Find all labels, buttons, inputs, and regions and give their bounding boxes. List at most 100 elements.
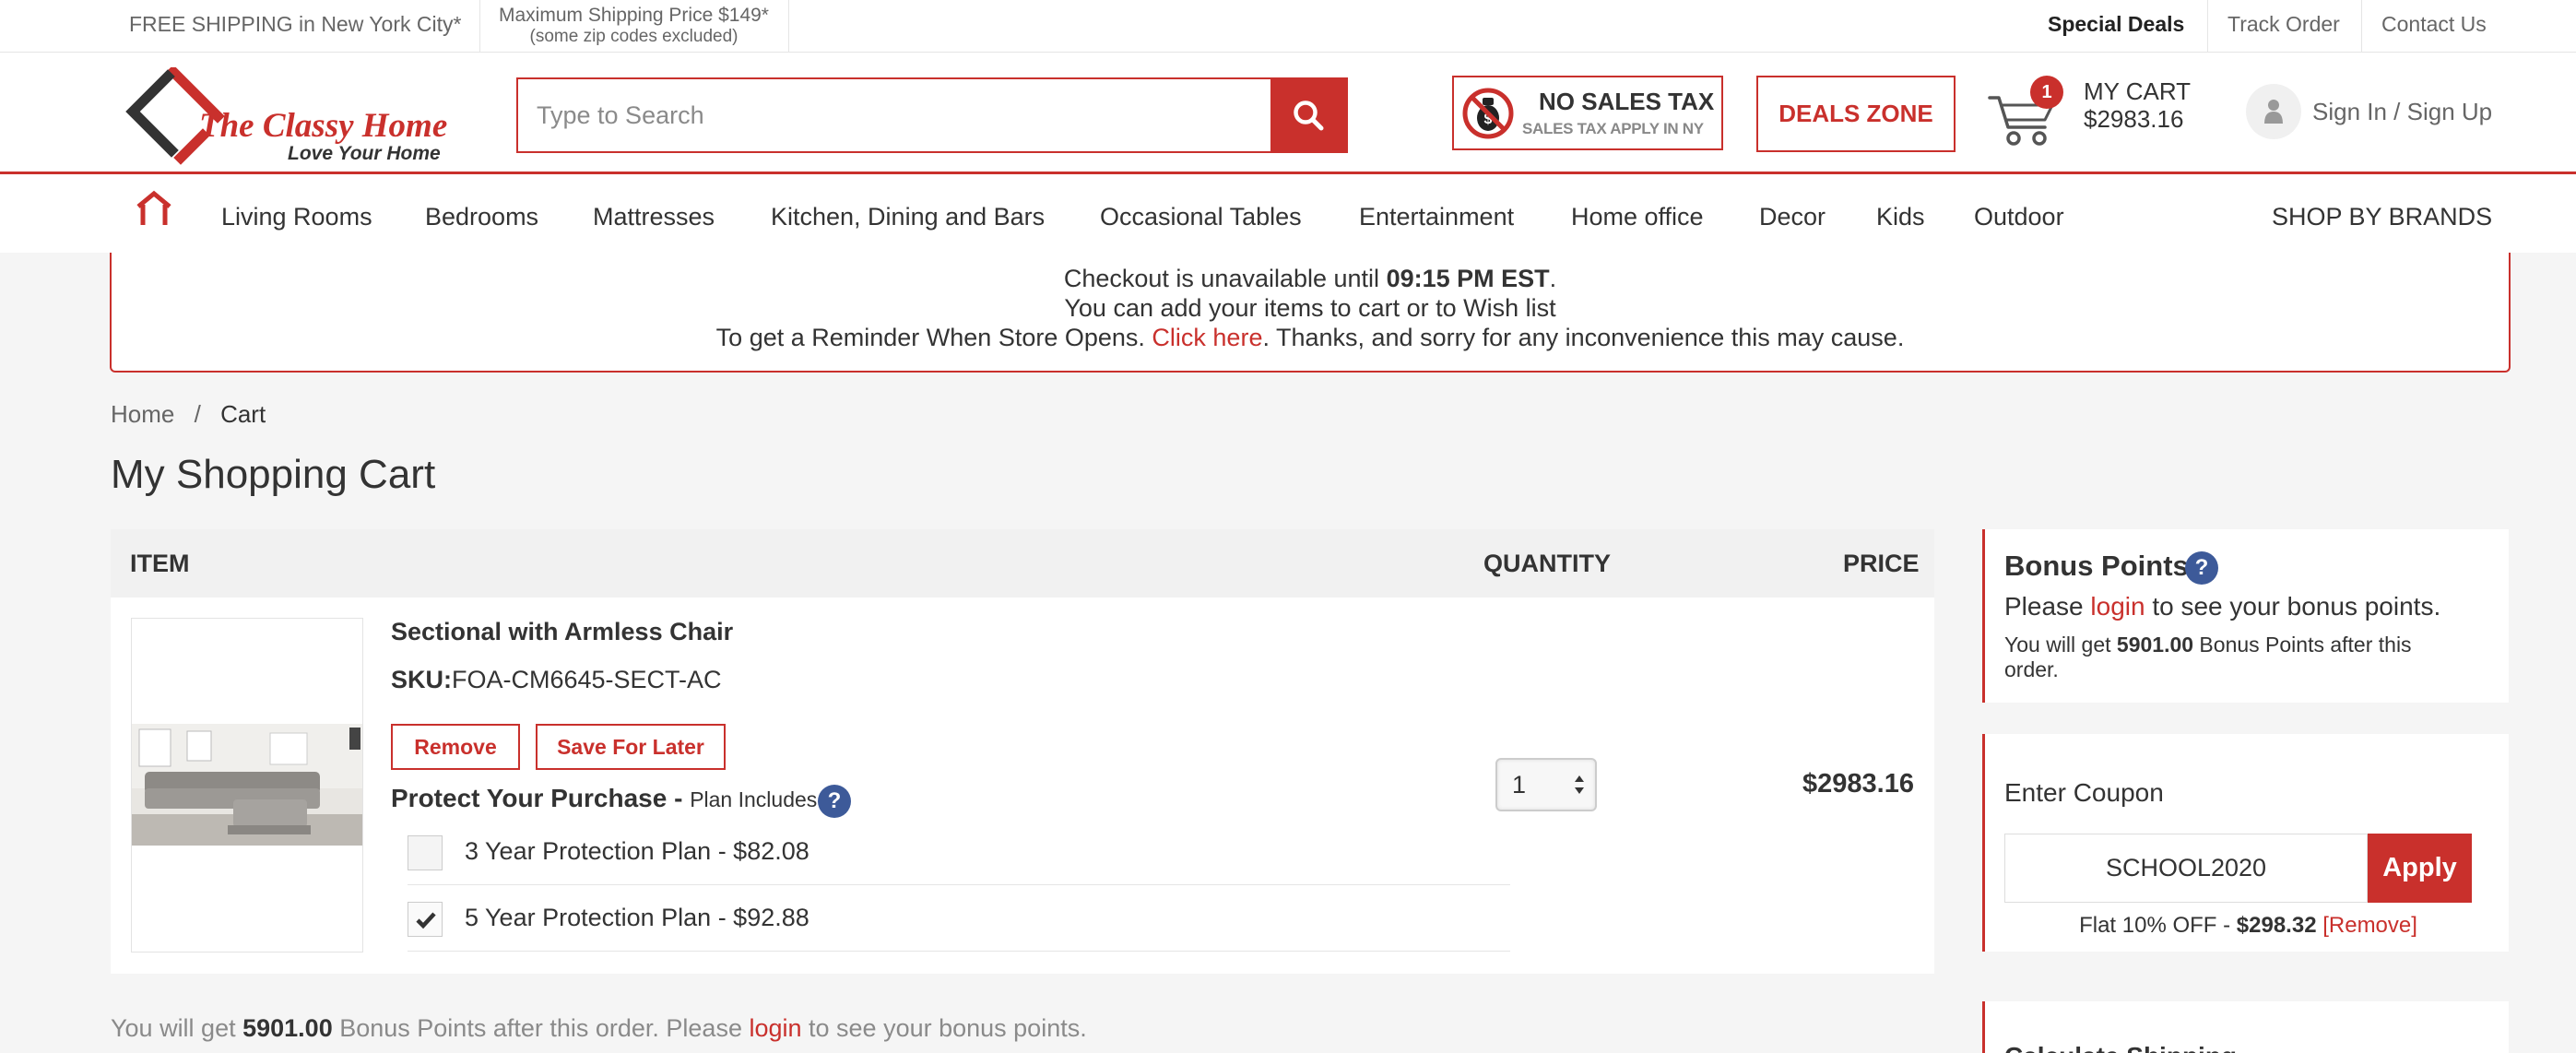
bonus-panel-text: You will get — [2004, 633, 2117, 657]
coupon-panel-title: Enter Coupon — [2004, 778, 2164, 807]
save-for-later-button[interactable]: Save For Later — [536, 724, 726, 770]
max-shipping-info: Maximum Shipping Price $149* (some zip c… — [479, 5, 788, 47]
no-sales-tax-title: NO SALES TAX — [1539, 88, 1715, 115]
apply-coupon-button[interactable]: Apply — [2368, 834, 2472, 903]
sku-label: SKU: — [391, 666, 452, 693]
top-bar: FREE SHIPPING in New York City* Maximum … — [0, 0, 2576, 53]
bonus-points-panel: Bonus Points ? Please login to see your … — [1982, 529, 2509, 703]
breadcrumb-current: Cart — [220, 400, 266, 428]
sku-value: FOA-CM6645-SECT-AC — [452, 666, 722, 693]
notice-line-3: To get a Reminder When Store Opens. Clic… — [112, 323, 2509, 352]
deals-zone-button[interactable]: DEALS ZONE — [1756, 76, 1956, 152]
cart-count-badge: 1 — [2030, 76, 2063, 109]
logo-name: The Classy Home — [199, 107, 448, 145]
protect-purchase-title: Protect Your Purchase - Plan Includes — [391, 784, 817, 813]
protection-help-icon[interactable]: ? — [818, 785, 851, 818]
bonus-panel-title: Bonus Points — [2004, 550, 2189, 582]
bonus-text: You will get — [111, 1014, 243, 1042]
bonus-panel-points-line: You will get 5901.00 Bonus Points after … — [2004, 633, 2465, 682]
nav-occasional-tables[interactable]: Occasional Tables — [1100, 203, 1302, 231]
plan-3yr-label: 3 Year Protection Plan - $82.08 — [465, 837, 809, 865]
quantity-stepper[interactable]: 1 — [1495, 758, 1597, 811]
top-bar-divider — [788, 0, 789, 53]
logo-tagline: Love Your Home — [288, 143, 441, 164]
bonus-panel-points: 5901.00 — [2116, 633, 2194, 657]
stepper-arrows-icon[interactable] — [1573, 773, 1586, 797]
no-tax-icon: $ — [1462, 88, 1514, 139]
plan-3yr-checkbox[interactable] — [408, 835, 443, 870]
discount-amount: $298.32 — [2236, 913, 2317, 938]
cart-summary[interactable]: MY CART $2983.16 — [2084, 77, 2191, 133]
page-title: My Shopping Cart — [111, 452, 436, 497]
home-icon — [136, 190, 171, 225]
coupon-input[interactable] — [2004, 834, 2368, 903]
site-logo[interactable]: The Classy Home Love Your Home — [125, 67, 467, 169]
header-price: PRICE — [1843, 550, 1920, 577]
nav-kitchen-dining-bars[interactable]: Kitchen, Dining and Bars — [771, 203, 1045, 231]
product-sku: SKU:FOA-CM6645-SECT-AC — [391, 666, 722, 694]
sign-in-link[interactable]: Sign In / Sign Up — [2312, 98, 2492, 126]
search-input[interactable] — [518, 79, 1270, 151]
coupon-discount-info: Flat 10% OFF - $298.32 [Remove] — [1985, 913, 2511, 939]
special-deals-link[interactable]: Special Deals — [2048, 12, 2184, 37]
nav-shop-by-brands[interactable]: SHOP BY BRANDS — [2272, 203, 2492, 231]
nav-bedrooms[interactable]: Bedrooms — [425, 203, 538, 231]
header-quantity: QUANTITY — [1483, 550, 1611, 577]
checkout-notice: Checkout is unavailable until 09:15 PM E… — [110, 253, 2511, 373]
product-thumbnail[interactable] — [131, 618, 363, 952]
plan-5yr-checkbox[interactable] — [408, 902, 443, 937]
breadcrumb-home[interactable]: Home — [111, 400, 174, 428]
bonus-panel-login-link[interactable]: login — [2090, 592, 2145, 621]
cart-total: $2983.16 — [2084, 105, 2184, 133]
cart-item-row: Sectional with Armless Chair SKU:FOA-CM6… — [111, 597, 1934, 974]
notice-text: . — [1549, 265, 1557, 292]
notice-line-1: Checkout is unavailable until 09:15 PM E… — [112, 264, 2509, 293]
max-shipping-note: (some zip codes excluded) — [529, 27, 739, 46]
remove-coupon-link[interactable]: [Remove] — [2322, 913, 2417, 938]
no-sales-tax-sub: SALES TAX APPLY IN NY — [1522, 120, 1704, 137]
no-sales-tax-badge: $ NO SALES TAX SALES TAX APPLY IN NY — [1452, 76, 1723, 150]
remove-button[interactable]: Remove — [391, 724, 520, 770]
nav-decor[interactable]: Decor — [1759, 203, 1826, 231]
nav-entertainment[interactable]: Entertainment — [1359, 203, 1514, 231]
nav-mattresses[interactable]: Mattresses — [593, 203, 715, 231]
user-icon — [2264, 100, 2283, 124]
contact-us-link[interactable]: Contact Us — [2381, 12, 2487, 37]
bonus-login-link[interactable]: login — [749, 1014, 801, 1042]
home-nav-link[interactable] — [135, 190, 173, 227]
nav-outdoor[interactable]: Outdoor — [1974, 203, 2064, 231]
item-price: $2983.16 — [1802, 769, 1914, 799]
track-order-link[interactable]: Track Order — [2227, 12, 2340, 37]
nav-home-office[interactable]: Home office — [1571, 203, 1704, 231]
bonus-panel-text: Please — [2004, 592, 2091, 621]
bonus-panel-text: to see your bonus points. — [2145, 592, 2441, 621]
search-icon — [1294, 101, 1324, 131]
max-shipping-text: Maximum Shipping Price $149* — [499, 5, 769, 26]
nav-kids[interactable]: Kids — [1876, 203, 1925, 231]
plan-5yr-label: 5 Year Protection Plan - $92.88 — [465, 904, 809, 931]
notice-text: To get a Reminder When Store Opens. — [715, 324, 1152, 351]
bonus-text: to see your bonus points. — [801, 1014, 1087, 1042]
bonus-points-value: 5901.00 — [242, 1014, 333, 1042]
shipping-panel-title: Calculate Shipping — [2004, 1042, 2237, 1053]
protection-plan-3yr: 3 Year Protection Plan - $82.08 — [408, 819, 1510, 885]
breadcrumb-separator: / — [194, 400, 201, 428]
notice-time: 09:15 PM EST — [1386, 265, 1550, 292]
quantity-value: 1 — [1512, 771, 1527, 799]
bonus-help-icon[interactable]: ? — [2185, 551, 2218, 585]
product-name[interactable]: Sectional with Armless Chair — [391, 618, 733, 646]
notice-line-2: You can add your items to cart or to Wis… — [1064, 294, 1556, 322]
bonus-panel-login-line: Please login to see your bonus points. — [2004, 592, 2440, 621]
notice-text: Checkout is unavailable until — [1063, 265, 1387, 292]
free-shipping-text: FREE SHIPPING in New York City* — [129, 12, 462, 36]
check-icon — [416, 912, 436, 929]
user-avatar[interactable] — [2246, 84, 2301, 139]
reminder-link[interactable]: Click here — [1152, 324, 1262, 351]
protection-plan-5yr: 5 Year Protection Plan - $92.88 — [408, 885, 1510, 952]
main-nav: Living Rooms Bedrooms Mattresses Kitchen… — [0, 174, 2576, 253]
nav-living-rooms[interactable]: Living Rooms — [221, 203, 372, 231]
search-button[interactable] — [1270, 79, 1346, 151]
breadcrumb: Home / Cart — [111, 400, 266, 429]
top-bar-divider — [2207, 0, 2208, 53]
discount-text: Flat 10% OFF - — [2079, 913, 2237, 938]
